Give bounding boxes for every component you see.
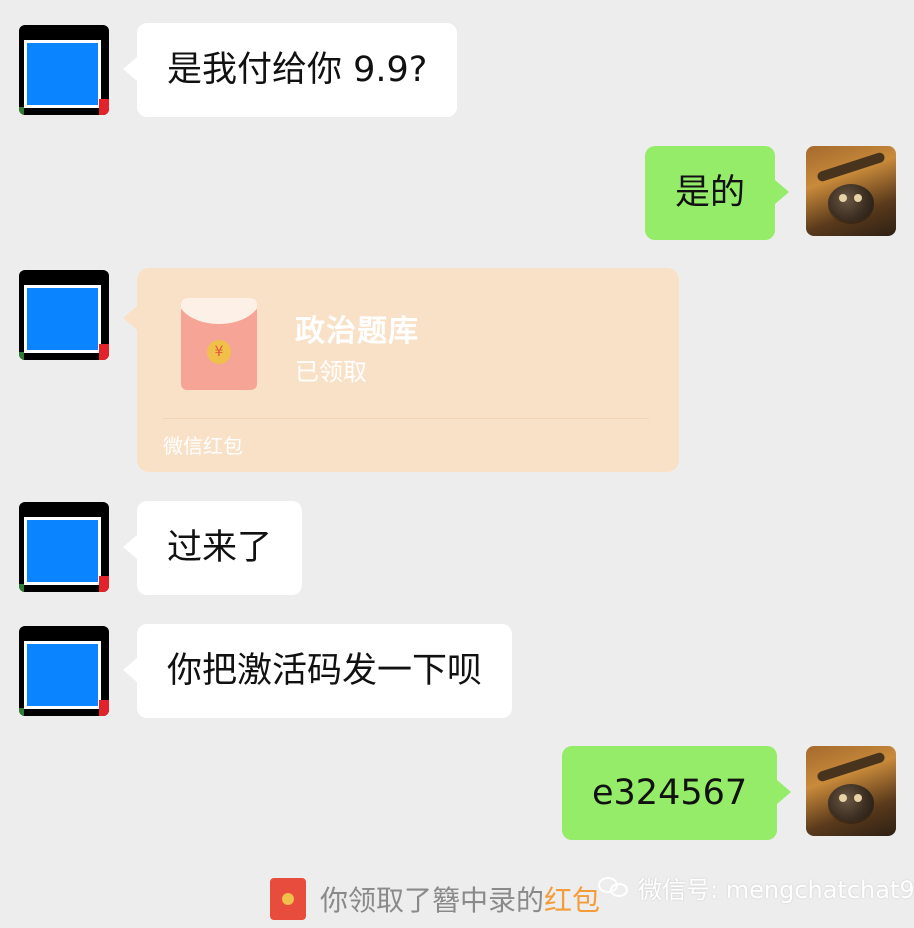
avatar-red-mark xyxy=(99,576,109,592)
self-avatar[interactable] xyxy=(806,146,896,236)
message-bubble-incoming[interactable]: 过来了 xyxy=(122,501,303,595)
avatar-branch xyxy=(816,751,886,783)
avatar-creature xyxy=(828,184,874,222)
wechat-icon xyxy=(598,875,630,899)
red-packet-title: 政治题库 xyxy=(295,314,419,349)
red-packet-footer: 微信红包 xyxy=(163,434,243,458)
avatar-green-mark xyxy=(19,352,24,360)
red-packet-icon: ¥ xyxy=(181,298,257,390)
avatar-blue-square xyxy=(24,517,101,585)
red-packet-card[interactable]: ¥ 政治题库 已领取 微信红包 xyxy=(123,268,679,472)
avatar-eye xyxy=(839,794,847,802)
watermark-text: 微信号: mengchatchat91 xyxy=(638,875,914,904)
contact-avatar[interactable] xyxy=(19,626,109,716)
message-bubble-outgoing[interactable]: 是的 xyxy=(645,146,790,240)
avatar-blue-square xyxy=(24,40,101,108)
system-notice: 你领取了簪中录的 红包 xyxy=(270,878,600,920)
avatar-eye xyxy=(839,194,847,202)
avatar-creature xyxy=(828,784,874,822)
system-notice-text: 你领取了簪中录的 xyxy=(320,884,545,917)
avatar-branch xyxy=(816,151,886,183)
message-bubble-incoming[interactable]: 你把激活码发一下呗 xyxy=(122,624,513,718)
yuan-coin-icon: ¥ xyxy=(207,340,231,364)
avatar-eye xyxy=(854,794,862,802)
watermark: 微信号: mengchatchat91 xyxy=(598,870,914,904)
avatar-red-mark xyxy=(99,99,109,115)
envelope-flap xyxy=(181,298,257,324)
contact-avatar[interactable] xyxy=(19,25,109,115)
contact-avatar[interactable] xyxy=(19,270,109,360)
red-packet-status: 已领取 xyxy=(295,358,367,386)
avatar-red-mark xyxy=(99,700,109,716)
red-packet-link[interactable]: 红包 xyxy=(544,879,600,919)
avatar-eye xyxy=(854,194,862,202)
red-packet-icon xyxy=(270,878,306,920)
avatar-green-mark xyxy=(19,584,24,592)
avatar-blue-square xyxy=(24,641,101,709)
avatar-green-mark xyxy=(19,708,24,716)
self-avatar[interactable] xyxy=(806,746,896,836)
avatar-green-mark xyxy=(19,107,24,115)
contact-avatar[interactable] xyxy=(19,502,109,592)
avatar-blue-square xyxy=(24,285,101,353)
message-bubble-incoming[interactable]: 是我付给你 9.9? xyxy=(122,23,458,117)
red-packet-divider xyxy=(163,418,649,419)
message-bubble-outgoing[interactable]: e324567 xyxy=(562,746,792,840)
avatar-red-mark xyxy=(99,344,109,360)
